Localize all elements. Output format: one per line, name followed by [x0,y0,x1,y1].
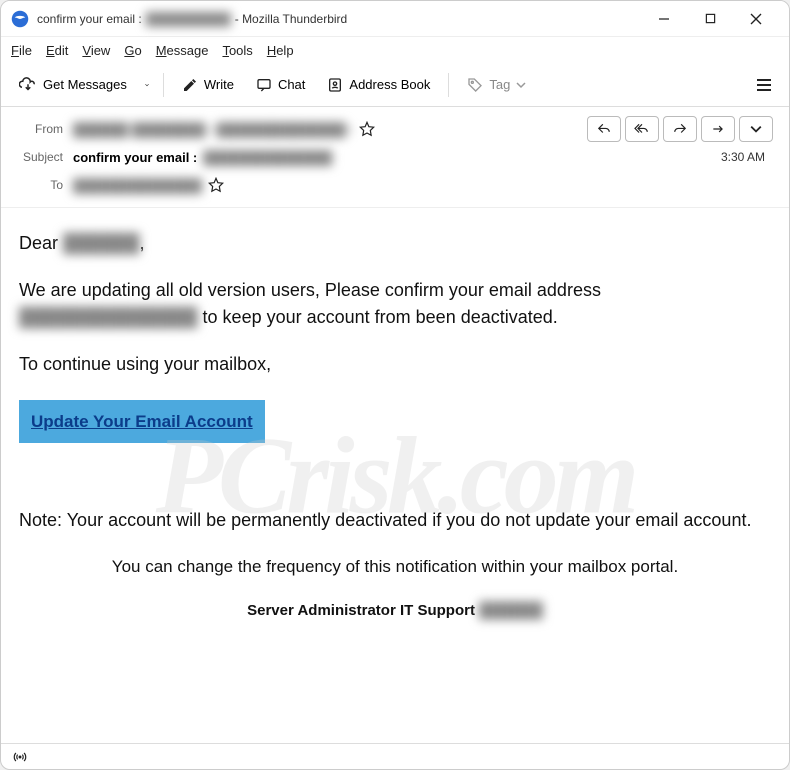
get-messages-button[interactable]: Get Messages [11,72,135,98]
address-book-button[interactable]: Address Book [319,73,438,97]
p1-text-a: We are updating all old version users, P… [19,280,601,300]
maximize-button[interactable] [687,4,733,34]
address-book-icon [327,77,343,93]
write-label: Write [204,77,234,92]
message-body: PCrisk.com Dear ██████, We are updating … [1,208,789,743]
minimize-button[interactable] [641,4,687,34]
to-label: To [17,178,73,192]
title-suffix: - Mozilla Thunderbird [235,12,348,26]
paragraph-1: We are updating all old version users, P… [19,277,771,331]
signature: Server Administrator IT Support ██████ [19,600,771,623]
chevron-down-icon [516,80,526,90]
paragraph-2: To continue using your mailbox, [19,351,771,378]
star-icon[interactable] [208,177,224,193]
window-controls [641,4,779,34]
menubar: File Edit View Go Message Tools Help [1,37,789,63]
subject-redacted: ██████████████ [203,150,332,165]
get-messages-dropdown[interactable] [141,76,153,94]
p1-text-b: to keep your account from been deactivat… [198,307,558,327]
pencil-icon [182,77,198,93]
message-actions [587,116,773,142]
from-label: From [17,122,73,136]
tag-label: Tag [489,77,510,92]
menu-file[interactable]: File [11,43,32,58]
menu-go[interactable]: Go [124,43,141,58]
reply-button[interactable] [587,116,621,142]
menu-message[interactable]: Message [156,43,209,58]
signature-redacted: ██████ [479,602,543,619]
chat-label: Chat [278,77,305,92]
title-redacted: ██████████ [146,12,231,26]
update-email-link[interactable]: Update Your Email Account [31,412,253,431]
toolbar-separator [448,73,449,97]
greeting-prefix: Dear [19,233,63,253]
window-title: confirm your email : ██████████ - Mozill… [37,12,641,26]
message-headers: From ██████ ████████ <██████████████> [1,107,789,208]
tag-icon [467,77,483,93]
menu-edit[interactable]: Edit [46,43,68,58]
spacer [19,467,771,487]
get-messages-label: Get Messages [43,77,127,92]
close-button[interactable] [733,4,779,34]
update-email-button[interactable]: Update Your Email Account [19,400,265,443]
toolbar: Get Messages Write Chat Address Book [1,63,789,107]
more-actions-button[interactable] [739,116,773,142]
frequency-note: You can change the frequency of this not… [19,554,771,580]
subject-label: Subject [17,150,73,164]
menu-view[interactable]: View [82,43,110,58]
p1-redacted: ██████████████ [19,307,198,327]
statusbar [1,743,789,769]
note-paragraph: Note: Your account will be permanently d… [19,507,771,534]
chat-button[interactable]: Chat [248,73,313,97]
menu-tools[interactable]: Tools [222,43,252,58]
address-book-label: Address Book [349,77,430,92]
from-value: ██████ ████████ <██████████████> [73,122,353,137]
toolbar-separator [163,73,164,97]
chat-icon [256,77,272,93]
reply-all-button[interactable] [625,116,659,142]
titlebar: confirm your email : ██████████ - Mozill… [1,1,789,37]
forward-button[interactable] [663,116,697,142]
download-icon [19,76,37,94]
greeting: Dear ██████, [19,230,771,257]
message-time: 3:30 AM [721,150,773,164]
tag-button[interactable]: Tag [459,73,534,97]
app-window: confirm your email : ██████████ - Mozill… [0,0,790,770]
menu-help[interactable]: Help [267,43,294,58]
signature-text: Server Administrator IT Support [247,602,479,619]
broadcast-icon[interactable] [11,750,29,764]
app-icon [11,10,29,28]
write-button[interactable]: Write [174,73,242,97]
title-prefix: confirm your email : [37,12,142,26]
to-value: ██████████████ [73,178,202,193]
app-menu-button[interactable] [749,70,779,100]
star-icon[interactable] [359,121,375,137]
subject-prefix: confirm your email : [73,150,197,165]
redirect-button[interactable] [701,116,735,142]
greeting-name: ██████ [63,233,140,253]
greeting-suffix: , [140,233,145,253]
